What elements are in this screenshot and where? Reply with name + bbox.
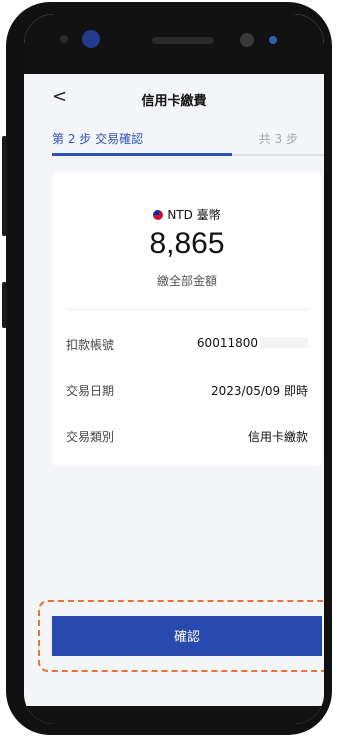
taiwan-flag-icon <box>153 210 164 220</box>
side-button <box>2 136 7 236</box>
app-header: < 信用卡繳費 <box>24 74 324 120</box>
phone-frame: < 信用卡繳費 第 2 步 交易確認 共 3 步 NTD 臺幣 8,865 繳全… <box>2 2 332 735</box>
currency-text: NTD 臺幣 <box>167 208 221 222</box>
side-button <box>2 282 7 328</box>
currency-label: NTD 臺幣 <box>52 206 322 223</box>
sensor-icon <box>269 36 277 44</box>
debit-account-label: 扣款帳號 <box>66 338 115 352</box>
amount-type-label: 繳全部金額 <box>156 274 217 288</box>
debit-account-number: 60011800 <box>196 336 258 350</box>
divider <box>66 309 310 310</box>
payment-amount: 8,865 <box>149 227 225 260</box>
bottom-bezel <box>24 706 324 724</box>
transaction-date-value: 2023/05/09 即時 <box>211 384 308 398</box>
progress-fill <box>52 153 232 156</box>
masked-digits <box>260 337 308 348</box>
confirm-button[interactable]: 確認 <box>52 616 322 656</box>
current-step-label: 第 2 步 交易確認 <box>52 132 144 146</box>
app-screen: < 信用卡繳費 第 2 步 交易確認 共 3 步 NTD 臺幣 8,865 繳全… <box>24 14 324 724</box>
transaction-type-label: 交易類別 <box>66 430 115 444</box>
page-title: 信用卡繳費 <box>141 94 207 109</box>
transaction-type-value: 信用卡繳款 <box>247 430 308 444</box>
status-bar <box>24 14 324 74</box>
debit-account-value: 60011800 <box>197 336 308 350</box>
transaction-date-label: 交易日期 <box>66 384 115 398</box>
sensor-icon <box>240 33 254 47</box>
payment-summary-card: NTD 臺幣 8,865 繳全部金額 扣款帳號 60011800 交易日期 20… <box>52 172 322 466</box>
camera-icon <box>82 30 100 48</box>
stepper: 第 2 步 交易確認 共 3 步 <box>24 120 324 160</box>
speaker-icon <box>152 37 214 44</box>
total-steps-label: 共 3 步 <box>258 132 298 146</box>
sensor-icon <box>60 35 68 43</box>
